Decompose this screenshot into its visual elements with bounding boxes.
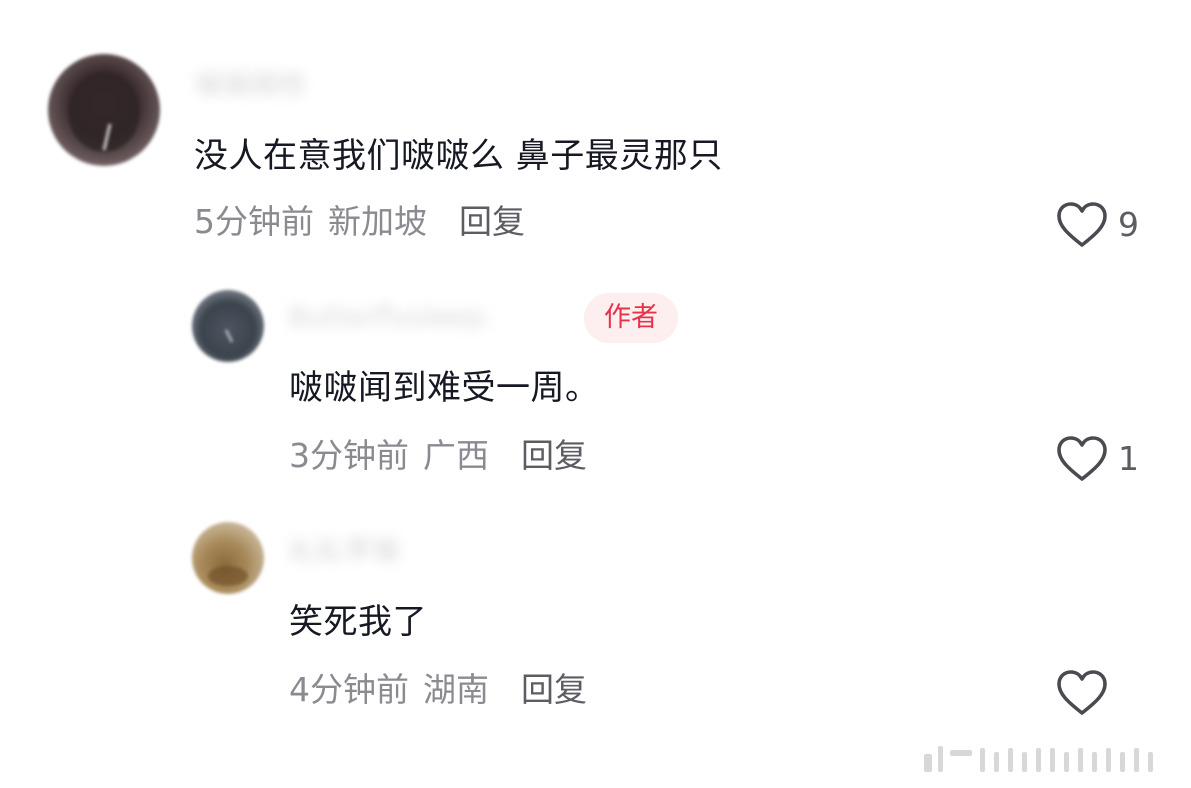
like-button[interactable] <box>1056 668 1108 718</box>
avatar[interactable] <box>192 290 264 362</box>
heart-outline-icon <box>1056 669 1108 717</box>
author-badge: 作者 <box>584 293 678 343</box>
reply-button[interactable]: 回复 <box>459 202 525 241</box>
reply-button[interactable]: 回复 <box>521 436 587 475</box>
reply-button[interactable]: 回复 <box>521 670 587 709</box>
like-count: 9 <box>1118 205 1139 244</box>
comment-time: 4分钟前 <box>289 670 409 709</box>
avatar[interactable] <box>48 54 160 166</box>
comment-meta: 4分钟前 湖南 回复 <box>289 670 587 710</box>
comment-meta: 3分钟前 广西 回复 <box>289 436 587 476</box>
comment-meta: 5分钟前 新加坡 回复 <box>194 202 525 242</box>
comment-text: 没人在意我们啵啵么 鼻子最灵那只 <box>194 136 723 176</box>
comment-text: 笑死我了 <box>289 602 427 642</box>
comment-time: 3分钟前 <box>289 436 409 475</box>
heart-outline-icon <box>1056 435 1108 483</box>
heart-outline-icon <box>1056 201 1108 249</box>
comment-text: 啵啵闻到难受一周。 <box>289 368 600 408</box>
comment-location: 湖南 <box>423 670 489 709</box>
like-count: 1 <box>1118 439 1139 478</box>
comment-location: 广西 <box>423 436 489 475</box>
avatar[interactable] <box>192 522 264 594</box>
comment-location: 新加坡 <box>328 202 427 241</box>
comment-time: 5分钟前 <box>194 202 314 241</box>
username[interactable]: 乱乱李猫 <box>288 538 452 562</box>
username[interactable]: Butterflysleep. <box>288 305 568 329</box>
like-button[interactable]: 1 <box>1056 434 1139 484</box>
watermark-logo <box>924 746 1153 772</box>
like-button[interactable]: 9 <box>1056 200 1139 250</box>
username[interactable]: 猫猫踏枝_ <box>194 72 394 96</box>
